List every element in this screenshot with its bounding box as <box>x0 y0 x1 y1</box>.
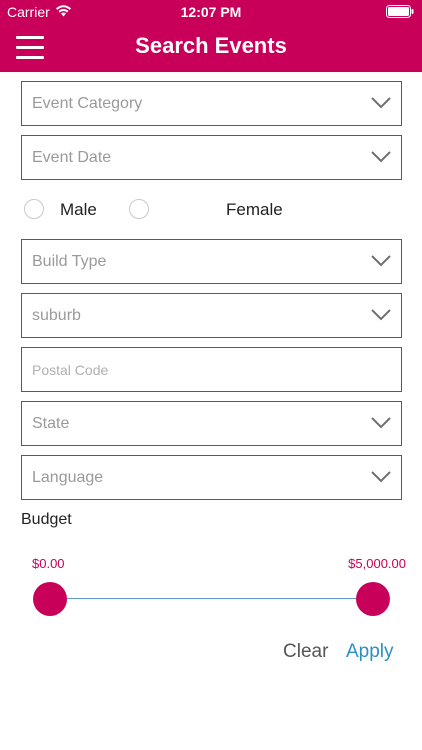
event-date-dropdown[interactable]: Event Date <box>21 135 402 180</box>
budget-min-value: $0.00 <box>32 556 65 571</box>
event-date-placeholder: Event Date <box>32 149 112 166</box>
male-radio[interactable] <box>24 199 44 219</box>
male-label: Male <box>60 200 97 219</box>
language-dropdown[interactable]: Language <box>21 455 402 500</box>
budget-label: Budget <box>21 511 72 528</box>
budget-min-thumb[interactable] <box>33 582 67 616</box>
budget-max-value: $5,000.00 <box>348 556 406 571</box>
language-placeholder: Language <box>32 469 104 486</box>
build-type-placeholder: Build Type <box>32 253 107 270</box>
chevron-down-icon <box>371 97 391 109</box>
event-category-placeholder: Event Category <box>32 95 143 112</box>
budget-max-thumb[interactable] <box>356 582 390 616</box>
apply-button[interactable]: Apply <box>346 641 394 663</box>
suburb-placeholder: suburb <box>32 307 81 324</box>
state-placeholder: State <box>32 415 70 432</box>
chevron-down-icon <box>371 471 391 483</box>
chevron-down-icon <box>371 151 391 163</box>
chevron-down-icon <box>371 417 391 429</box>
chevron-down-icon <box>371 255 391 267</box>
event-category-dropdown[interactable]: Event Category <box>21 81 402 126</box>
postal-code-field[interactable] <box>21 347 402 392</box>
budget-slider-track[interactable] <box>50 598 373 599</box>
state-dropdown[interactable]: State <box>21 401 402 446</box>
clear-button[interactable]: Clear <box>283 641 328 663</box>
female-label: Female <box>226 200 283 219</box>
status-time: 12:07 PM <box>180 4 242 20</box>
chevron-down-icon <box>371 309 391 321</box>
page-title: Search Events <box>135 33 287 58</box>
status-bar: Carrier 12:07 PM <box>0 0 422 24</box>
suburb-dropdown[interactable]: suburb <box>21 293 402 338</box>
female-radio[interactable] <box>129 199 149 219</box>
postal-code-input[interactable] <box>22 348 401 391</box>
header-bar: Carrier 12:07 PM Search Events <box>0 0 422 72</box>
battery-icon <box>386 5 414 18</box>
build-type-dropdown[interactable]: Build Type <box>21 239 402 284</box>
